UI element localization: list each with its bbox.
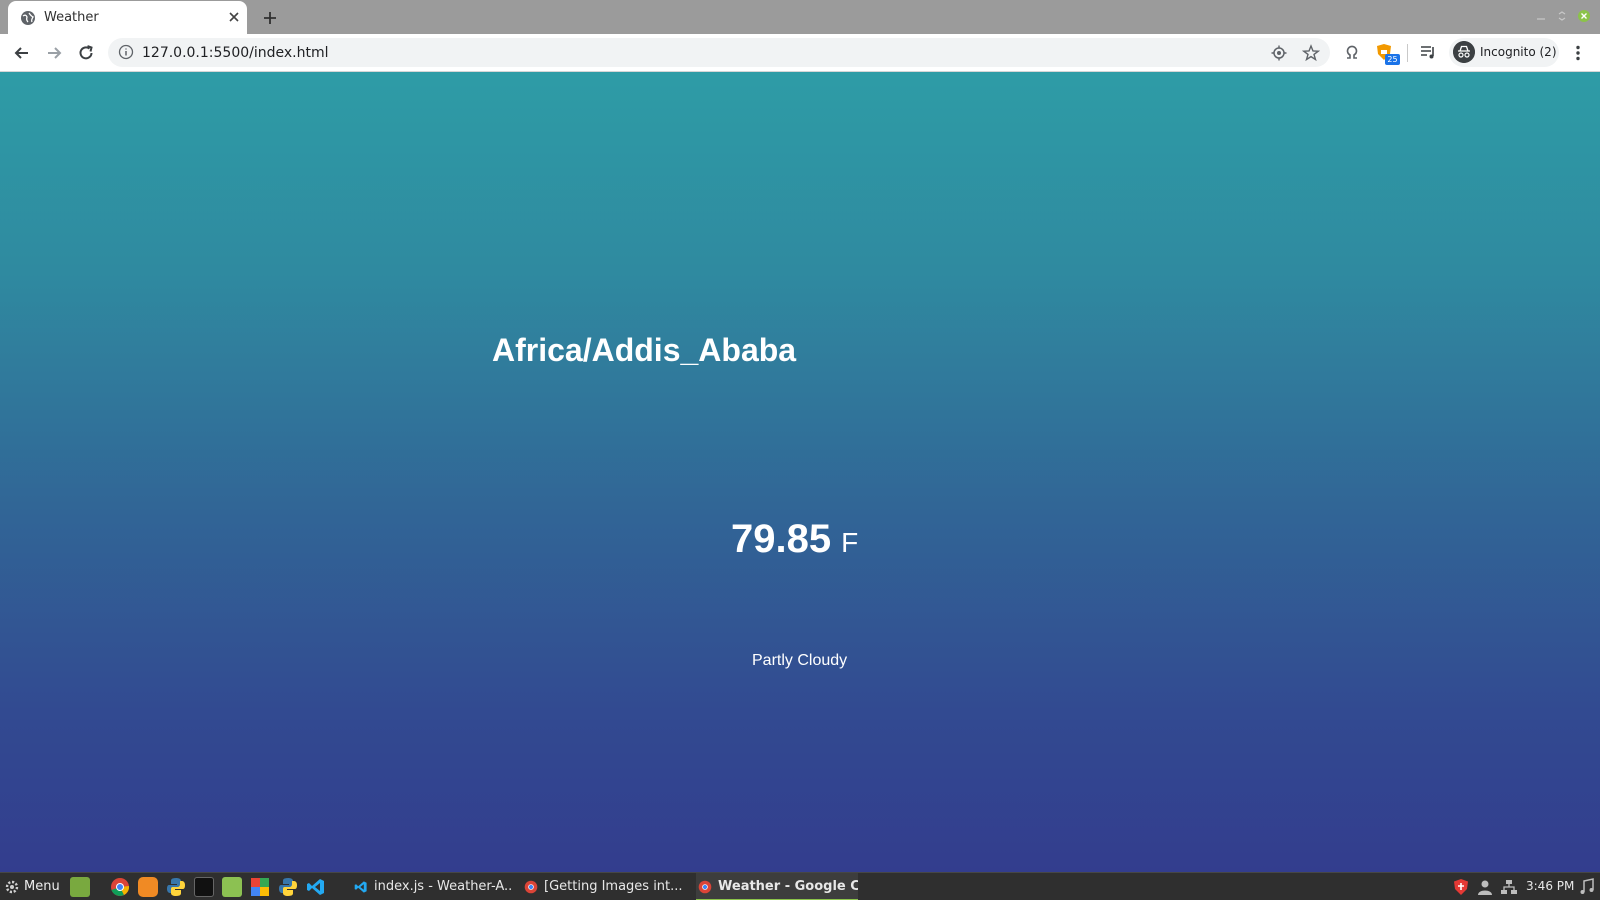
location-timezone: Africa/Addis_Ababa <box>492 332 797 368</box>
info-icon[interactable] <box>118 44 134 60</box>
shield-tray-icon[interactable] <box>1452 878 1470 896</box>
start-menu-button[interactable]: Menu <box>2 873 62 900</box>
taskbar: Menu index.js - Weather-A... [Getting Im… <box>0 872 1600 900</box>
globe-icon <box>21 11 35 25</box>
chrome-icon <box>698 880 712 894</box>
python-idle-launcher-icon[interactable] <box>278 877 298 897</box>
more-vertical-icon[interactable] <box>1568 43 1588 63</box>
browser-toolbar: 127.0.0.1:5500/index.html 25 Incognito (… <box>0 34 1600 72</box>
music-note-icon[interactable] <box>1578 878 1596 896</box>
python-launcher-icon[interactable] <box>166 877 186 897</box>
back-arrow-icon[interactable] <box>12 43 32 63</box>
weather-page: Africa/Addis_Ababa 79.85 F Partly Cloudy <box>0 72 1600 872</box>
bookmark-star-icon[interactable] <box>1302 44 1320 62</box>
weather-description: Partly Cloudy <box>752 652 848 669</box>
address-bar[interactable]: 127.0.0.1:5500/index.html <box>108 38 1330 67</box>
gear-icon <box>5 880 19 894</box>
toolbar-divider <box>1407 44 1408 62</box>
location-target-icon[interactable] <box>1270 44 1288 62</box>
user-tray-icon[interactable] <box>1476 878 1494 896</box>
temperature-section: 79.85 F <box>731 517 858 562</box>
vscode-icon <box>354 881 367 893</box>
taskbar-task-chrome-weather[interactable]: Weather - Google Ch... <box>696 873 858 900</box>
extension-badge: 25 <box>1385 54 1400 65</box>
tab-weather[interactable]: Weather <box>8 1 247 34</box>
url-text: 127.0.0.1:5500/index.html <box>142 45 329 61</box>
minimize-icon[interactable] <box>1535 10 1547 22</box>
desktop-folder-icon[interactable] <box>70 877 90 897</box>
taskbar-task-chrome-images[interactable]: [Getting Images int... <box>522 873 682 900</box>
maximize-icon[interactable] <box>1556 10 1568 22</box>
task-label: index.js - Weather-A... <box>374 879 512 894</box>
files-launcher-icon[interactable] <box>222 877 242 897</box>
taskbar-task-vscode[interactable]: index.js - Weather-A... <box>352 873 512 900</box>
temperature-unit: F <box>841 527 859 558</box>
incognito-profile-button[interactable]: Incognito (2) <box>1449 38 1559 67</box>
media-playlist-icon[interactable] <box>1418 42 1438 62</box>
tab-strip: Weather <box>0 0 1600 34</box>
terminal-launcher-icon[interactable] <box>194 877 214 897</box>
incognito-icon <box>1453 41 1475 63</box>
close-window-icon[interactable] <box>1578 10 1590 22</box>
vscode-launcher-icon[interactable] <box>306 877 326 897</box>
task-label: [Getting Images int... <box>544 879 682 894</box>
chrome-launcher-icon[interactable] <box>110 877 130 897</box>
reload-icon[interactable] <box>76 43 96 63</box>
extension-omega-icon[interactable] <box>1342 42 1362 62</box>
profile-label: Incognito (2) <box>1480 45 1557 59</box>
network-tray-icon[interactable] <box>1500 878 1518 896</box>
software-manager-icon[interactable] <box>250 877 270 897</box>
tab-title: Weather <box>44 10 99 25</box>
forward-arrow-icon[interactable] <box>44 43 64 63</box>
new-tab-icon[interactable] <box>259 7 281 29</box>
start-menu-label: Menu <box>24 879 60 894</box>
temperature-value: 79.85 <box>731 517 832 561</box>
close-tab-icon[interactable] <box>225 8 243 26</box>
chrome-icon <box>524 880 538 894</box>
taskbar-clock: 3:46 PM <box>1526 879 1575 893</box>
task-label: Weather - Google Ch... <box>718 879 858 894</box>
firefox-launcher-icon[interactable] <box>138 877 158 897</box>
